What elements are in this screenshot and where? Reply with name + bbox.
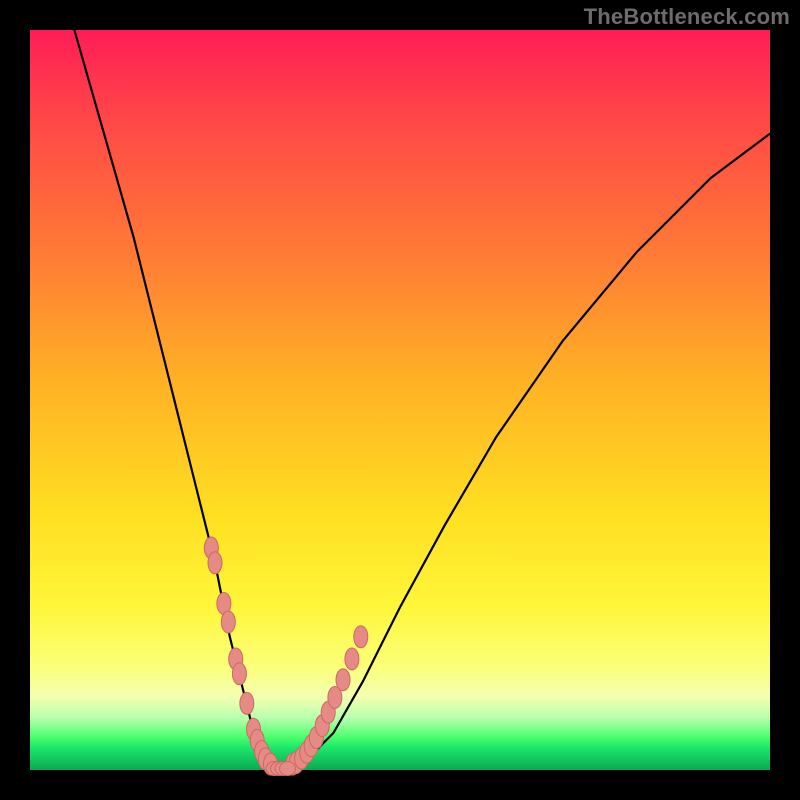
data-marker xyxy=(345,648,359,670)
data-marker xyxy=(208,552,222,574)
data-marker xyxy=(354,626,368,648)
data-marker xyxy=(280,762,296,776)
watermark-text: TheBottleneck.com xyxy=(584,4,790,30)
outer-frame: TheBottleneck.com xyxy=(0,0,800,800)
plot-area xyxy=(30,30,770,770)
data-marker xyxy=(221,611,235,633)
data-marker xyxy=(240,692,254,714)
data-marker xyxy=(336,669,350,691)
data-marker xyxy=(232,663,246,685)
marker-group xyxy=(204,537,367,776)
curve-layer xyxy=(30,30,770,770)
bottleneck-curve xyxy=(74,30,770,770)
